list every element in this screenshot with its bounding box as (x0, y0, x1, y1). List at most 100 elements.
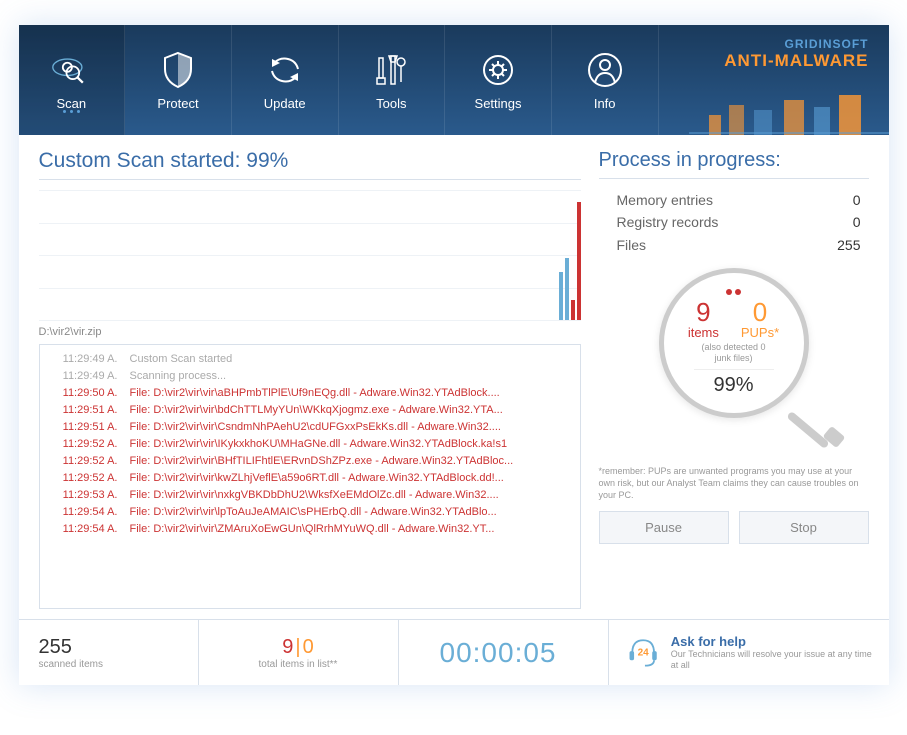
log-row: 11:29:50 A.File: D:\vir2\vir\vir\aBHPmbT… (50, 385, 570, 402)
pup-footnote: *remember: PUPs are unwanted programs yo… (599, 466, 869, 501)
junk-detected-text: (also detected 0junk files) (701, 342, 765, 364)
refresh-icon (265, 50, 305, 90)
log-row: 11:29:51 A.File: D:\vir2\vir\vir\CsndmNh… (50, 419, 570, 436)
magnifier-handle-icon (786, 411, 829, 449)
scanned-count: 255 (39, 636, 178, 659)
help-title: Ask for help (671, 634, 873, 649)
log-message: File: D:\vir2\vir\vir\nxkgVBKDbDhU2\Wksf… (130, 487, 499, 504)
lens-circle: 9 items 0 PUPs* (also detected 0junk fil… (659, 268, 809, 418)
stat-label: Files (617, 234, 647, 256)
stat-value: 0 (853, 211, 861, 233)
log-time: 11:29:49 A. (50, 351, 130, 368)
log-row: 11:29:53 A.File: D:\vir2\vir\vir\nxkgVBK… (50, 487, 570, 504)
eye-search-icon (51, 50, 91, 90)
scan-panel: Custom Scan started: 99% D:\vir2\vir.zip… (39, 149, 581, 609)
log-row: 11:29:51 A.File: D:\vir2\vir\vir\bdChTTL… (50, 402, 570, 419)
log-row: 11:29:52 A.File: D:\vir2\vir\vir\BHfTILI… (50, 453, 570, 470)
log-message: File: D:\vir2\vir\vir\bdChTTLMyYUn\WKkqX… (130, 402, 503, 419)
pause-button[interactable]: Pause (599, 511, 729, 544)
user-icon (585, 50, 625, 90)
help-cell[interactable]: 24 Ask for help Our Technicians will res… (609, 620, 889, 685)
chart-bar (565, 258, 569, 320)
scan-title-text: Custom Scan started: (39, 149, 241, 172)
log-message: File: D:\vir2\vir\vir\CsndmNhPAehU2\cdUF… (130, 419, 501, 436)
tab-label: Settings (475, 96, 522, 111)
stop-button[interactable]: Stop (739, 511, 869, 544)
log-time: 11:29:52 A. (50, 470, 130, 487)
headset-icon: 24 (625, 633, 661, 673)
chart-bar (571, 300, 575, 320)
tab-scan[interactable]: Scan (19, 25, 126, 135)
brand-name: GRIDINSOFT (671, 37, 869, 51)
total-red: 9 (282, 636, 293, 659)
log-message: File: D:\vir2\vir\vir\kwZLhjVeflE\a59o6R… (130, 470, 504, 487)
stat-row: Memory entries 0 (617, 189, 861, 211)
log-row: 11:29:52 A.File: D:\vir2\vir\vir\IKykxkh… (50, 436, 570, 453)
nav-tabs: Scan Protect Update Tools Settings Info (19, 25, 659, 135)
tools-icon (371, 50, 411, 90)
action-buttons: Pause Stop (599, 511, 869, 544)
tab-settings[interactable]: Settings (445, 25, 552, 135)
scan-log: 11:29:49 A.Custom Scan started11:29:49 A… (39, 344, 581, 609)
svg-text:24: 24 (637, 647, 649, 658)
log-time: 11:29:50 A. (50, 385, 130, 402)
brand-decoration-icon (689, 85, 889, 135)
log-message: File: D:\vir2\vir\vir\IKykxkhoKU\MHaGNe.… (130, 436, 508, 453)
magnifier-gauge: 9 items 0 PUPs* (also detected 0junk fil… (639, 268, 829, 458)
log-time: 11:29:54 A. (50, 521, 130, 538)
lens-dots-icon (726, 289, 741, 295)
tab-tools[interactable]: Tools (339, 25, 446, 135)
log-time: 11:29:49 A. (50, 368, 130, 385)
tab-update[interactable]: Update (232, 25, 339, 135)
log-row: 11:29:54 A.File: D:\vir2\vir\vir\ZMAruXo… (50, 521, 570, 538)
log-time: 11:29:52 A. (50, 453, 130, 470)
log-row: 11:29:52 A.File: D:\vir2\vir\vir\kwZLhjV… (50, 470, 570, 487)
scan-title-percent: 99% (246, 149, 288, 172)
total-label: total items in list** (259, 659, 338, 670)
header-bar: Scan Protect Update Tools Settings Info GRIDI… (19, 25, 889, 135)
log-message: File: D:\vir2\vir\vir\aBHPmbTlPlE\Uf9nEQ… (130, 385, 500, 402)
stats-list: Memory entries 0 Registry records 0 Files 255 (599, 189, 869, 268)
stat-row: Registry records 0 (617, 211, 861, 233)
activity-chart (39, 190, 581, 320)
brand-panel: GRIDINSOFT ANTI-MALWARE (659, 25, 889, 135)
log-message: Custom Scan started (130, 351, 233, 368)
tab-label: Protect (157, 96, 198, 111)
log-row: 11:29:49 A.Custom Scan started (50, 351, 570, 368)
progress-panel: Process in progress: Memory entries0Regi… (599, 149, 869, 609)
log-time: 11:29:54 A. (50, 504, 130, 521)
scanned-label: scanned items (39, 659, 178, 670)
stat-value: 0 (853, 189, 861, 211)
total-sep: | (295, 636, 300, 659)
scan-title: Custom Scan started: 99% (39, 149, 581, 180)
stat-label: Registry records (617, 211, 719, 233)
log-row: 11:29:49 A.Scanning process... (50, 368, 570, 385)
log-message: File: D:\vir2\vir\vir\lpToAuJeAMAIC\sPHE… (130, 504, 497, 521)
timer-cell: 00:00:05 (399, 620, 609, 685)
help-text: Our Technicians will resolve your issue … (671, 649, 873, 671)
scanned-items-cell: 255 scanned items (19, 620, 199, 685)
pups-label: PUPs* (741, 325, 779, 340)
stat-row: Files 255 (617, 234, 861, 256)
chart-bar (577, 202, 581, 320)
tab-protect[interactable]: Protect (125, 25, 232, 135)
footer-bar: 255 scanned items 9 | 0 total items in l… (19, 619, 889, 685)
stat-label: Memory entries (617, 189, 713, 211)
log-time: 11:29:52 A. (50, 436, 130, 453)
current-file-path: D:\vir2\vir.zip (39, 326, 581, 338)
log-time: 11:29:51 A. (50, 419, 130, 436)
total-items-cell: 9 | 0 total items in list** (199, 620, 399, 685)
lens-percent: 99% (694, 369, 774, 397)
stat-value: 255 (837, 234, 860, 256)
chart-bar (559, 272, 563, 320)
content-area: Custom Scan started: 99% D:\vir2\vir.zip… (19, 135, 889, 619)
app-window: Scan Protect Update Tools Settings Info GRIDI… (19, 25, 889, 685)
tab-label: Tools (376, 96, 406, 111)
log-message: Scanning process... (130, 368, 227, 385)
log-row: 11:29:54 A.File: D:\vir2\vir\vir\lpToAuJ… (50, 504, 570, 521)
log-message: File: D:\vir2\vir\vir\BHfTILIFhtlE\ERvnD… (130, 453, 514, 470)
tab-info[interactable]: Info (552, 25, 659, 135)
elapsed-timer: 00:00:05 (440, 637, 557, 669)
log-time: 11:29:51 A. (50, 402, 130, 419)
tab-label: Update (264, 96, 306, 111)
